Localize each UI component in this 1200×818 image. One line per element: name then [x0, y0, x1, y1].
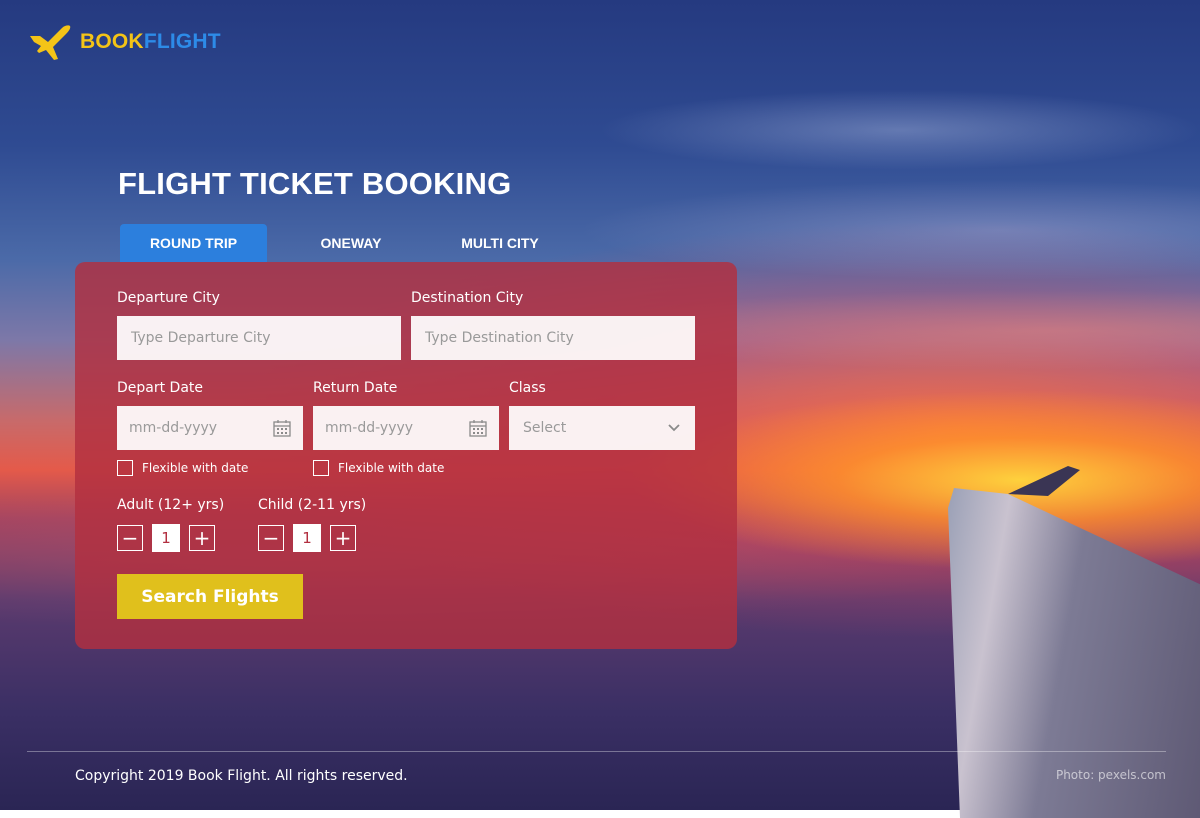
departure-city-label: Departure City — [117, 290, 220, 306]
child-label: Child (2-11 yrs) — [258, 497, 367, 513]
return-date-field — [313, 406, 499, 450]
copyright-text: Copyright 2019 Book Flight. All rights r… — [75, 768, 408, 784]
flexible-return-checkbox[interactable] — [313, 460, 329, 476]
adult-label: Adult (12+ yrs) — [117, 497, 225, 513]
calendar-icon[interactable] — [469, 419, 487, 437]
departure-city-input[interactable] — [117, 316, 401, 360]
footer-divider — [27, 751, 1166, 752]
adult-count[interactable]: 1 — [152, 524, 180, 552]
destination-city-field — [411, 316, 695, 360]
depart-date-label: Depart Date — [117, 380, 204, 396]
photo-credit: Photo: pexels.com — [1055, 768, 1166, 782]
chevron-down-icon — [668, 424, 680, 432]
destination-city-input[interactable] — [411, 316, 695, 360]
adult-plus-button[interactable]: + — [189, 525, 215, 551]
page-title: FLIGHT TICKET BOOKING — [118, 166, 512, 201]
class-select[interactable]: Select — [509, 406, 695, 450]
child-minus-button[interactable]: − — [258, 525, 284, 551]
child-stepper: − 1 + — [258, 524, 356, 552]
return-date-label: Return Date — [313, 380, 398, 396]
brand-name: BOOKFLIGHT — [80, 30, 221, 54]
child-count[interactable]: 1 — [293, 524, 321, 552]
class-selected-value: Select — [523, 420, 567, 436]
tab-oneway[interactable]: ONEWAY — [267, 224, 435, 262]
calendar-icon[interactable] — [273, 419, 291, 437]
search-flights-button[interactable]: Search Flights — [117, 574, 303, 619]
flexible-depart-label: Flexible with date — [142, 461, 249, 475]
booking-form: Departure City Destination City Depart D… — [75, 262, 737, 649]
adult-stepper: − 1 + — [117, 524, 215, 552]
airplane-icon — [30, 25, 71, 60]
flexible-depart-checkbox[interactable] — [117, 460, 133, 476]
departure-city-field — [117, 316, 401, 360]
brand-name-part1: BOOK — [80, 30, 144, 53]
tab-multi-city[interactable]: MULTI CITY — [435, 224, 565, 262]
destination-city-label: Destination City — [411, 290, 524, 306]
child-plus-button[interactable]: + — [330, 525, 356, 551]
flexible-return-label: Flexible with date — [338, 461, 445, 475]
class-label: Class — [509, 380, 546, 396]
flexible-depart-row: Flexible with date — [117, 460, 248, 476]
flexible-return-row: Flexible with date — [313, 460, 444, 476]
adult-minus-button[interactable]: − — [117, 525, 143, 551]
trip-type-tabs: ROUND TRIP ONEWAY MULTI CITY — [120, 224, 565, 262]
brand-logo[interactable]: BOOKFLIGHT — [28, 22, 221, 62]
depart-date-field — [117, 406, 303, 450]
brand-name-part2: FLIGHT — [143, 30, 221, 53]
tab-round-trip[interactable]: ROUND TRIP — [120, 224, 267, 262]
